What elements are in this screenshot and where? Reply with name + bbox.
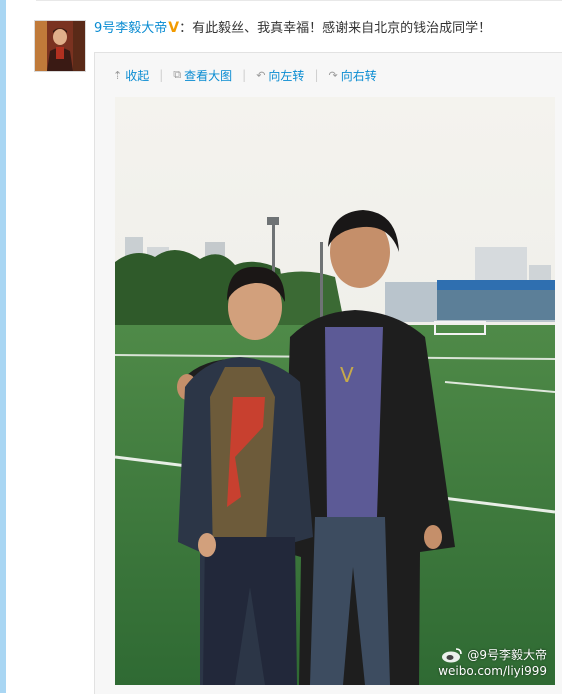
view-large-button[interactable]: ⧉ 查看大图 [173,67,232,84]
weibo-logo-icon [442,648,463,663]
rotate-right-icon: ↷ [328,68,338,82]
left-accent-strip [0,0,6,693]
collapse-label: 收起 [125,68,150,83]
rotate-right-button[interactable]: ↷ 向右转 [328,67,376,84]
arrow-up-icon: ⇡ [113,68,123,82]
svg-text:V: V [340,363,354,387]
collapse-button[interactable]: ⇡ 收起 [113,67,149,84]
photo-illustration: V [115,97,555,685]
rotate-left-label: 向左转 [268,68,305,83]
image-toolbar: ⇡ 收起 | ⧉ 查看大图 | ↶ 向左转 | ↷ 向右转 [113,66,377,84]
rotate-left-button[interactable]: ↶ 向左转 [256,67,304,84]
external-link-icon: ⧉ [173,68,182,81]
toolbar-separator: | [242,68,247,82]
toolbar-separator: | [159,68,164,82]
rotate-left-icon: ↶ [256,68,266,82]
toolbar-separator: | [314,68,319,82]
divider [36,0,562,1]
post-content: 有此毅丝、我真幸福！感谢来自北京的钱治成同学！ [192,21,492,36]
username-link[interactable]: 9号李毅大帝 [94,21,167,36]
verified-badge-icon: V [168,20,180,36]
avatar[interactable] [34,20,86,72]
rotate-right-label: 向右转 [340,68,377,83]
watermark-handle: @9号李毅大帝 [467,648,547,662]
view-large-label: 查看大图 [184,68,233,83]
photo-watermark: @9号李毅大帝 weibo.com/liyi999 [438,647,547,679]
post-photo[interactable]: V @9号李毅大帝 weibo.com/liyi999 [115,97,555,685]
watermark-url: weibo.com/liyi999 [438,664,547,678]
post-text-line: 9号李毅大帝V：有此毅丝、我真幸福！感谢来自北京的钱治成同学！ [94,19,491,38]
colon-separator: ： [179,21,193,36]
